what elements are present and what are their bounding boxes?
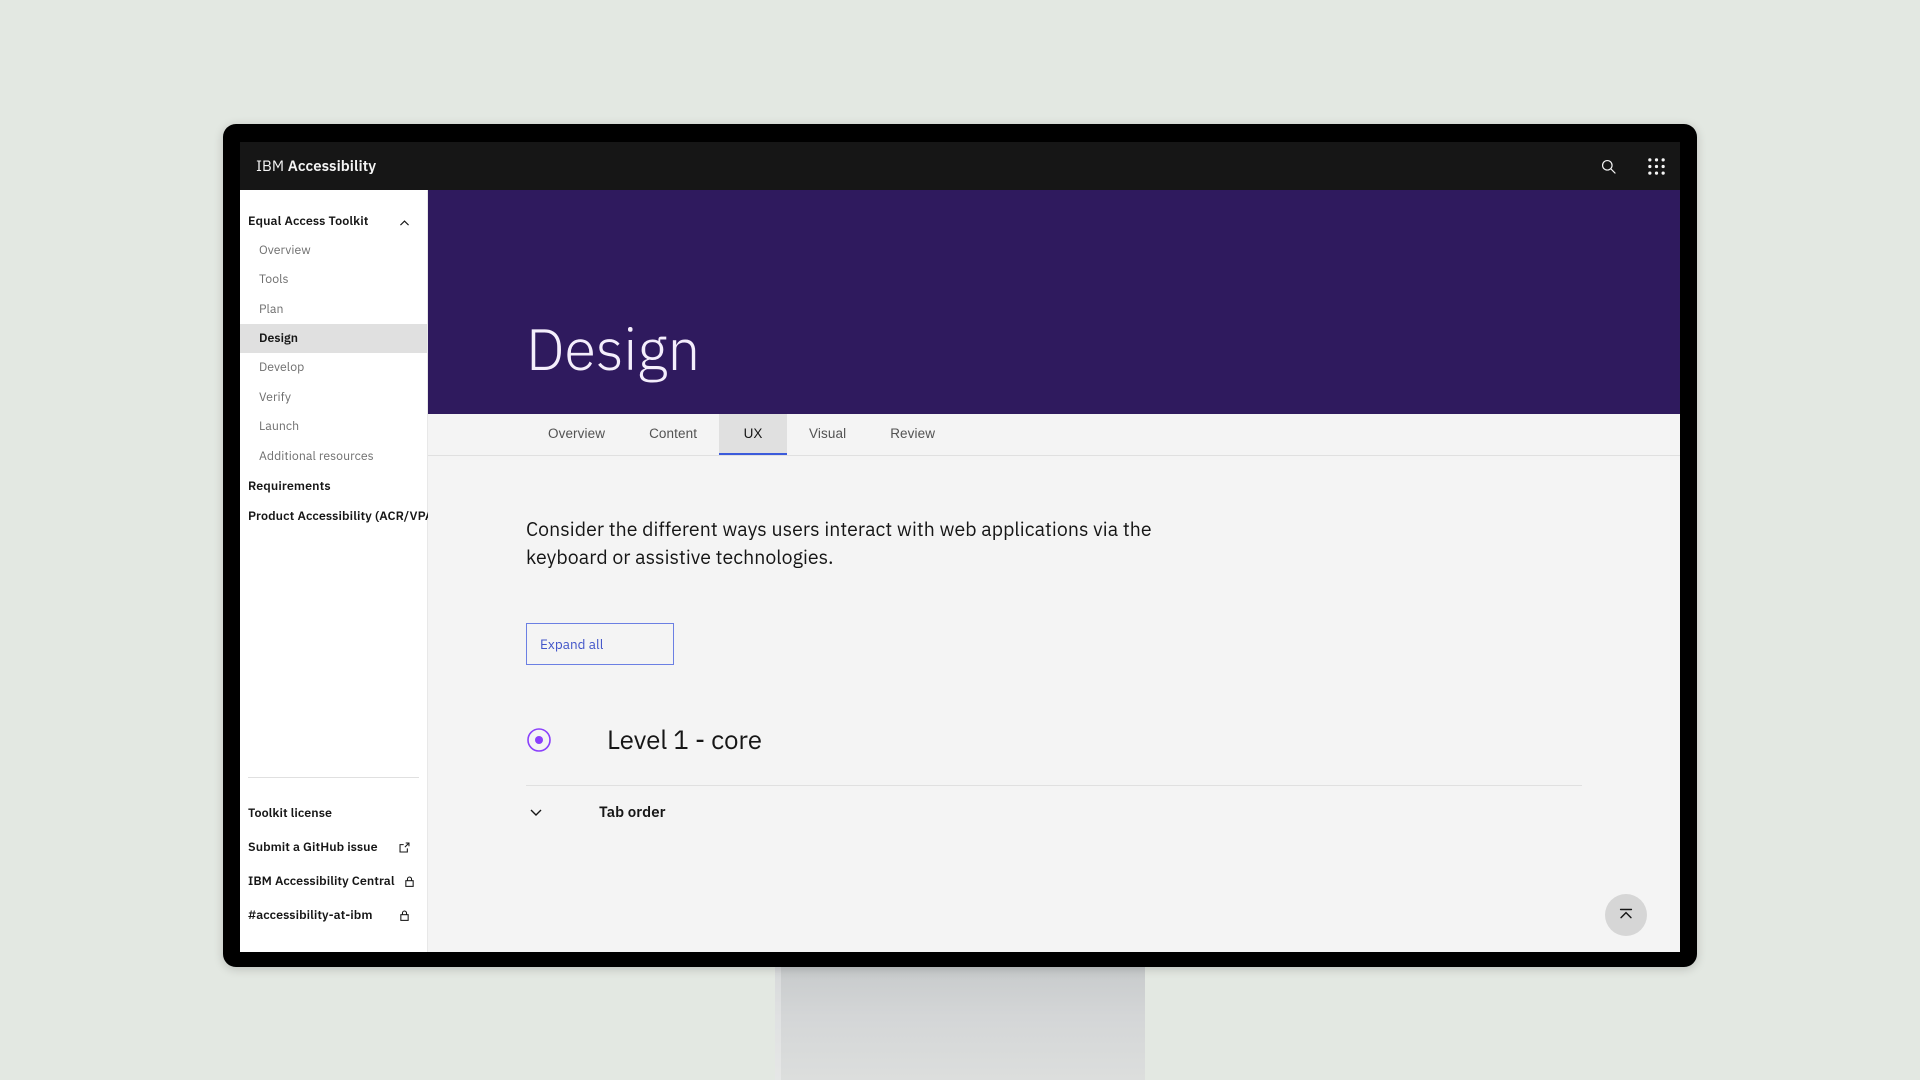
accordion-list: Tab order — [526, 785, 1582, 838]
level-title: Level 1 - core — [607, 723, 762, 758]
search-icon — [1599, 157, 1618, 176]
lead-paragraph: Consider the different ways users intera… — [526, 517, 1152, 570]
sidebar-section-label: Equal Access Toolkit — [248, 213, 369, 229]
brand-name: Accessibility — [287, 156, 377, 176]
lock-icon — [403, 875, 416, 888]
sidebar-item-design[interactable]: Design — [240, 324, 427, 354]
tab-bar: Overview Content UX Visual Review — [428, 414, 1680, 456]
app-switcher-button[interactable] — [1632, 142, 1680, 190]
sidebar-item-label: Submit a GitHub issue — [248, 839, 378, 855]
tab-ux[interactable]: UX — [719, 414, 788, 455]
scroll-to-top-icon — [1617, 905, 1635, 926]
sidebar-item-develop[interactable]: Develop — [240, 353, 427, 382]
sidebar-item-verify[interactable]: Verify — [240, 383, 427, 412]
back-to-top-button[interactable] — [1605, 894, 1647, 936]
tab-overview[interactable]: Overview — [526, 414, 627, 455]
brand-prefix: IBM — [256, 156, 285, 176]
brand-title[interactable]: IBM Accessibility — [256, 157, 376, 176]
sidebar-item-label: IBM Accessibility Central — [248, 873, 395, 889]
tab-visual[interactable]: Visual — [787, 414, 868, 455]
sidebar-item-requirements[interactable]: Requirements — [240, 471, 427, 501]
header-actions — [1584, 142, 1680, 190]
sidebar-item-product-accessibility[interactable]: Product Accessibility (ACR/VPAT) — [240, 501, 444, 531]
page-title: Design — [526, 311, 700, 386]
monitor-stand — [775, 965, 1145, 1080]
sidebar-item-label: #accessibility-at-ibm — [248, 907, 373, 923]
tab-content[interactable]: Content — [627, 414, 719, 455]
sidebar-item-ibm-accessibility-central[interactable]: IBM Accessibility Central — [248, 864, 419, 898]
external-link-icon — [398, 841, 411, 854]
sidebar-item-label: Toolkit license — [248, 805, 333, 821]
sidebar-item-accessibility-at-ibm[interactable]: #accessibility-at-ibm — [248, 898, 419, 932]
sidebar-item-tools[interactable]: Tools — [240, 265, 427, 294]
search-button[interactable] — [1584, 142, 1632, 190]
accordion-item-label: Tab order — [599, 802, 666, 822]
monitor-bezel: IBM Accessibility Equal Access Toolkit O… — [223, 124, 1697, 967]
app-header: IBM Accessibility — [240, 142, 1680, 190]
grid-nine-dots-icon — [1647, 157, 1666, 176]
sidebar-item-additional-resources[interactable]: Additional resources — [240, 442, 427, 471]
sidebar-item-toolkit-license[interactable]: Toolkit license — [248, 796, 419, 830]
tab-panel-ux: Consider the different ways users intera… — [428, 456, 1680, 838]
level-heading-row: Level 1 - core — [526, 723, 1582, 757]
sidebar: Equal Access Toolkit Overview Tools Plan… — [240, 190, 444, 952]
sidebar-divider — [248, 777, 419, 778]
sidebar-footer: Toolkit license Submit a GitHub issue IB… — [240, 777, 427, 952]
chevron-down-icon — [528, 804, 544, 820]
sidebar-item-overview[interactable]: Overview — [240, 236, 427, 265]
sidebar-subitems: Overview Tools Plan Design Develop Verif… — [240, 236, 427, 471]
lock-icon — [398, 909, 411, 922]
chevron-up-icon — [398, 215, 411, 228]
expand-all-button[interactable]: Expand all — [526, 623, 674, 666]
sidebar-section-equal-access-toolkit[interactable]: Equal Access Toolkit — [240, 206, 427, 236]
screen: IBM Accessibility Equal Access Toolkit O… — [240, 142, 1680, 952]
page-hero: Design — [428, 190, 1680, 414]
tab-review[interactable]: Review — [868, 414, 957, 455]
accordion-item-tab-order[interactable]: Tab order — [526, 786, 1582, 838]
sidebar-item-plan[interactable]: Plan — [240, 295, 427, 324]
sidebar-item-launch[interactable]: Launch — [240, 412, 427, 441]
main-content: Design Overview Content UX Visual Review… — [428, 190, 1680, 952]
radio-dot-icon — [526, 727, 552, 753]
sidebar-item-submit-github-issue[interactable]: Submit a GitHub issue — [248, 830, 419, 864]
